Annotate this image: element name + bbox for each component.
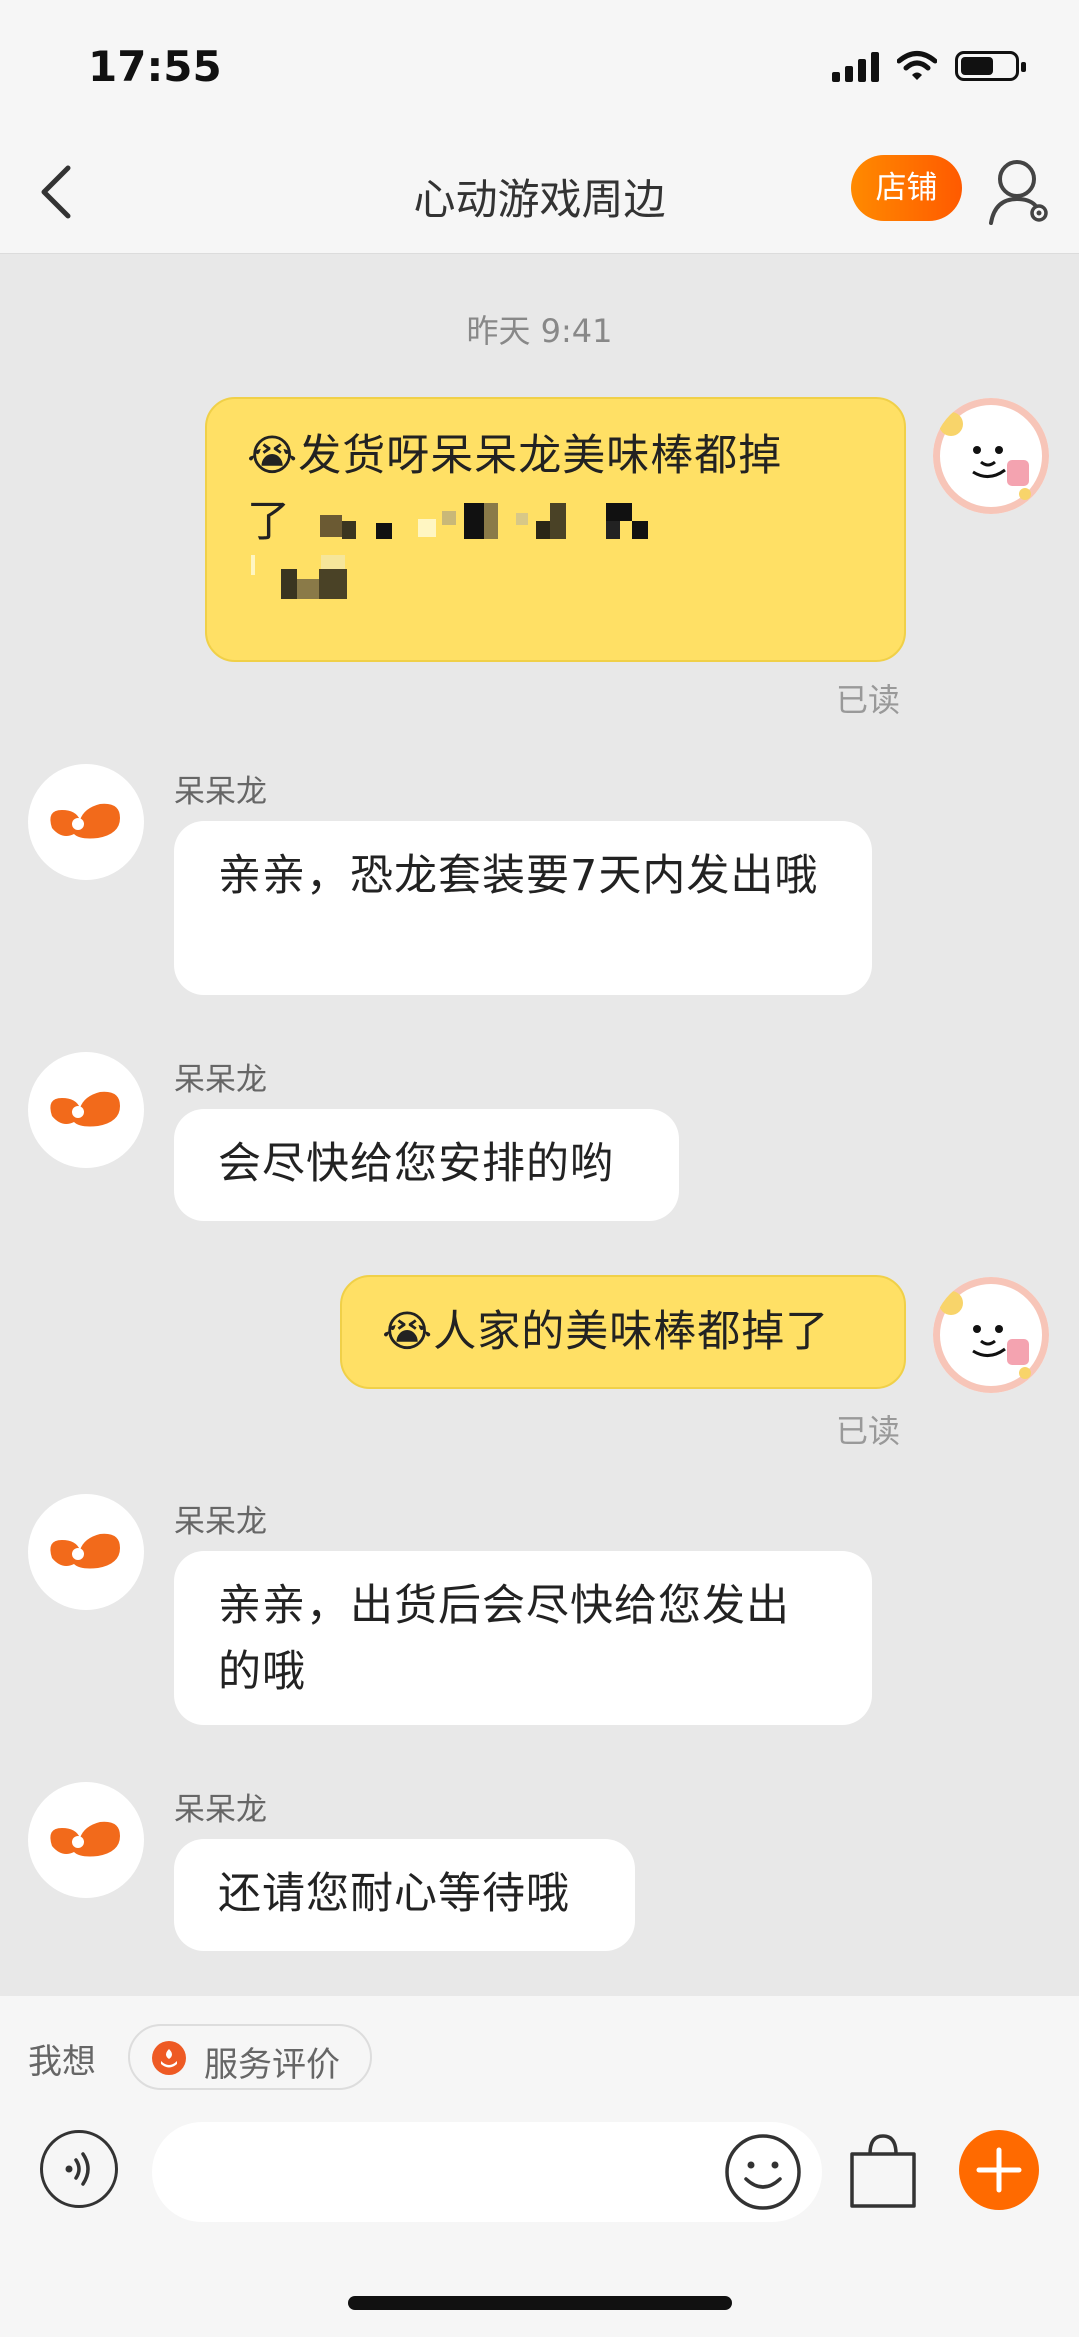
shop-avatar[interactable] — [28, 1494, 144, 1610]
seal-avatar-icon — [939, 1285, 1041, 1385]
emoji-icon[interactable] — [724, 2133, 802, 2211]
my-avatar[interactable] — [933, 1277, 1049, 1393]
status-time: 17:55 — [88, 42, 222, 91]
seal-avatar-icon — [939, 406, 1041, 506]
service-review-label: 服务评价 — [204, 2045, 340, 2085]
wifi-icon — [897, 51, 937, 80]
sender-name: 呆呆龙 — [174, 1062, 267, 1098]
sender-name: 呆呆龙 — [174, 1504, 267, 1540]
sender-name: 呆呆龙 — [174, 1792, 267, 1828]
message-timestamp: 昨天 9:41 — [466, 312, 613, 350]
service-review-chip[interactable]: 服务评价 — [128, 2024, 372, 2090]
shop-avatar[interactable] — [28, 1052, 144, 1168]
plus-icon — [976, 2147, 1022, 2193]
shop-message-bubble[interactable]: 会尽快给您安排的哟 — [174, 1109, 679, 1221]
message-input[interactable] — [152, 2122, 822, 2222]
read-receipt: 已读 — [836, 681, 901, 719]
shop-logo-icon — [50, 803, 121, 839]
cellular-signal-icon — [832, 50, 879, 82]
shop-message-bubble[interactable]: 亲亲，出货后会尽快给您发出的哦 — [174, 1551, 872, 1725]
user-settings-icon[interactable] — [985, 155, 1055, 227]
my-message-bubble[interactable]: 😭人家的美味棒都掉了 — [340, 1275, 906, 1389]
message-text: 😭人家的美味棒都掉了 — [382, 1307, 830, 1357]
shop-message-bubble[interactable]: 还请您耐心等待哦 — [174, 1839, 635, 1951]
shop-message-bubble[interactable]: 亲亲，恐龙套装要7天内发出哦 — [174, 821, 872, 995]
message-text: 还请您耐心等待哦 — [218, 1869, 570, 1919]
voice-icon — [65, 2152, 90, 2186]
message-text: 了 — [247, 497, 291, 547]
battery-icon — [955, 51, 1026, 81]
plus-button[interactable] — [959, 2130, 1039, 2210]
sender-name: 呆呆龙 — [174, 774, 267, 810]
shop-button[interactable]: 店铺 — [851, 155, 962, 221]
message-text: 会尽快给您安排的哟 — [218, 1139, 614, 1189]
status-icons — [832, 50, 1026, 82]
chat-header: 心动游戏周边 店铺 — [0, 130, 1079, 254]
review-icon — [152, 2041, 186, 2075]
status-bar: 17:55 — [0, 0, 1079, 130]
read-receipt: 已读 — [836, 1412, 901, 1450]
shop-avatar[interactable] — [28, 764, 144, 880]
voice-button[interactable] — [40, 2130, 118, 2208]
chat-area[interactable]: 昨天 9:41 😭发货呀呆呆龙美味棒都掉 了 已读 呆呆龙 亲亲，恐龙套装要7天… — [0, 254, 1079, 1996]
shopping-bag-icon[interactable] — [844, 2130, 922, 2212]
message-text: 亲亲，出货后会尽快给您发出的哦 — [218, 1581, 790, 1697]
pixelated-censor — [306, 502, 806, 547]
shop-avatar[interactable] — [28, 1782, 144, 1898]
quick-actions-label: 我想 — [28, 2042, 96, 2082]
shop-logo-icon — [50, 1821, 121, 1857]
my-message-bubble[interactable]: 😭发货呀呆呆龙美味棒都掉 了 — [205, 397, 906, 662]
message-text-line: 了 — [247, 489, 864, 555]
message-text: 亲亲，恐龙套装要7天内发出哦 — [218, 851, 819, 901]
pixelated-censor — [247, 555, 864, 621]
shop-logo-icon — [50, 1533, 121, 1569]
shop-logo-icon — [50, 1091, 121, 1127]
my-avatar[interactable] — [933, 398, 1049, 514]
message-text: 😭发货呀呆呆龙美味棒都掉 — [247, 431, 783, 481]
home-indicator[interactable] — [348, 2296, 732, 2310]
quick-actions-bar: 我想 服务评价 — [0, 1996, 1079, 2122]
